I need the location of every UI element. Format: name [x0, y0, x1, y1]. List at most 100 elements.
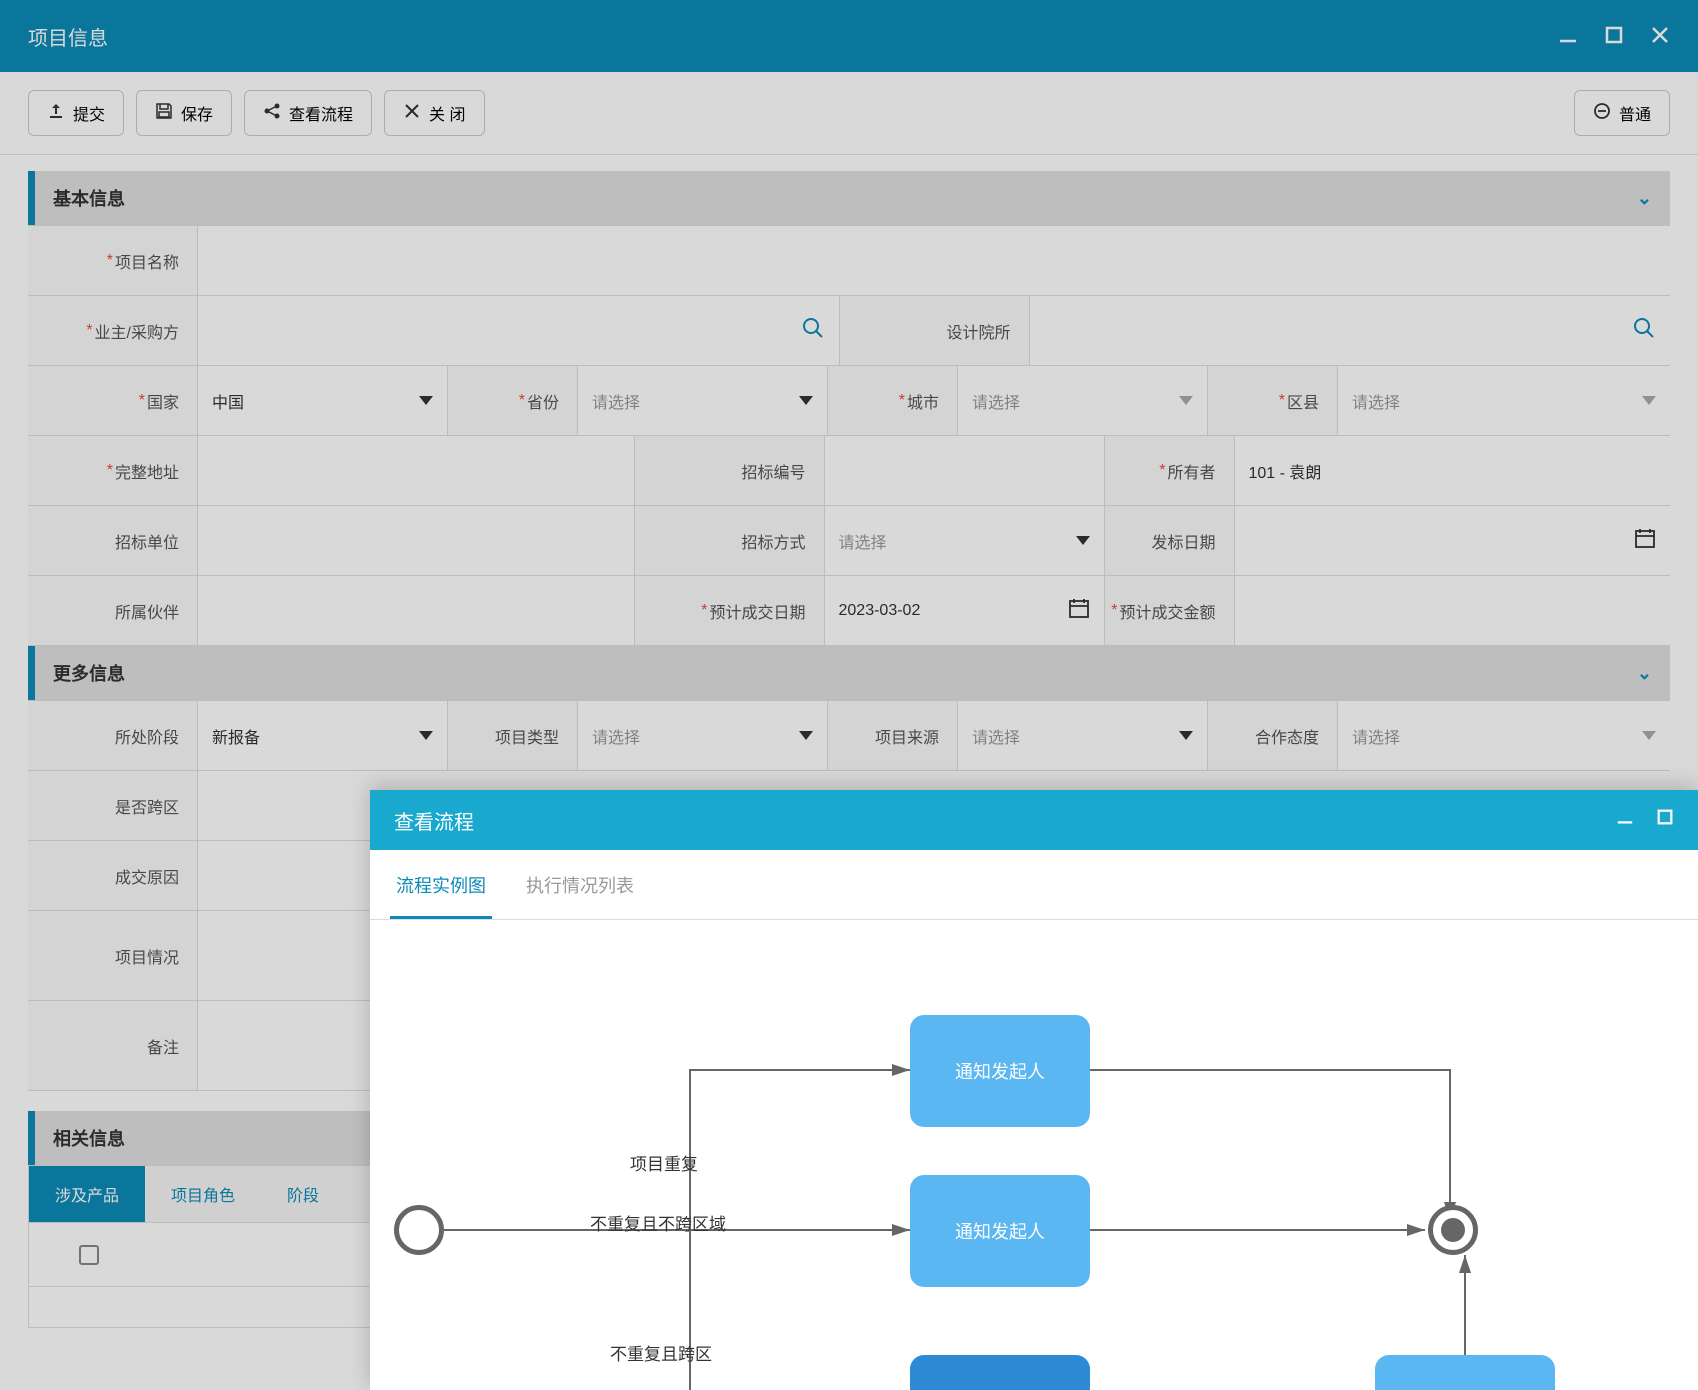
section-related-title: 相关信息: [53, 1125, 125, 1151]
placeholder-district: 请选择: [1352, 389, 1400, 413]
close-button[interactable]: 关 闭: [384, 90, 484, 136]
label-bid-unit: 招标单位: [28, 506, 198, 575]
minus-circle-icon: [1593, 102, 1611, 125]
close-label: 关 闭: [429, 101, 465, 125]
field-bid-method[interactable]: 请选择: [825, 506, 1105, 575]
edge-label-duplicate: 项目重复: [630, 1150, 698, 1175]
field-project-name[interactable]: [198, 226, 1670, 295]
view-flow-button[interactable]: 查看流程: [244, 90, 372, 136]
label-full-address: 完整地址: [28, 436, 198, 505]
window-titlebar: 项目信息: [0, 0, 1698, 72]
checkbox-all[interactable]: [29, 1245, 149, 1265]
maximize-icon[interactable]: [1656, 808, 1674, 832]
status-button[interactable]: 普通: [1574, 90, 1670, 136]
edge-label-no-dup-no-cross: 不重复且不跨区域: [590, 1210, 726, 1235]
end-node: [1428, 1205, 1478, 1255]
section-basic-info[interactable]: 基本信息 ⌄: [28, 171, 1670, 225]
tab-flow-diagram[interactable]: 流程实例图: [390, 850, 492, 919]
label-cross-region: 是否跨区: [28, 771, 198, 840]
caret-down-icon: [1642, 731, 1656, 740]
node-notify-2[interactable]: 通知发起人: [910, 1175, 1090, 1287]
field-bid-no[interactable]: [825, 436, 1105, 505]
node-notify-3[interactable]: 通知发起人: [1375, 1355, 1555, 1390]
tab-stage[interactable]: 阶段: [261, 1166, 345, 1222]
save-icon: [155, 102, 173, 125]
placeholder-proj-type: 请选择: [592, 724, 640, 748]
placeholder-coop: 请选择: [1352, 724, 1400, 748]
view-flow-label: 查看流程: [289, 101, 353, 125]
share-icon: [263, 102, 281, 125]
caret-down-icon: [799, 731, 813, 740]
label-country: 国家: [28, 366, 198, 435]
value-country: 中国: [212, 389, 244, 413]
view-flow-modal: 查看流程 流程实例图 执行情况列表: [370, 790, 1698, 1390]
x-icon: [403, 102, 421, 125]
modal-titlebar: 查看流程: [370, 790, 1698, 850]
value-expected-date: 2023-03-02: [839, 602, 921, 620]
minimize-icon[interactable]: [1558, 25, 1578, 48]
label-design-inst: 设计院所: [840, 296, 1030, 365]
save-label: 保存: [181, 101, 213, 125]
field-issue-date[interactable]: [1235, 506, 1671, 575]
field-coop-attitude[interactable]: 请选择: [1338, 701, 1670, 770]
caret-down-icon: [1179, 731, 1193, 740]
chevron-down-icon: ⌄: [1637, 663, 1652, 684]
tab-products[interactable]: 涉及产品: [29, 1166, 145, 1222]
toolbar: 提交 保存 查看流程 关 闭 普通: [0, 72, 1698, 155]
field-bid-unit[interactable]: [198, 506, 635, 575]
submit-label: 提交: [73, 101, 105, 125]
label-owner: 所有者: [1105, 436, 1235, 505]
upload-icon: [47, 102, 65, 125]
close-icon[interactable]: [1650, 25, 1670, 48]
label-phase: 所处阶段: [28, 701, 198, 770]
flow-diagram: 通知发起人 通知发起人 项目管理员 通知发起人 项目重复 不重复且不跨区域 不重…: [370, 920, 1698, 1390]
field-country[interactable]: 中国: [198, 366, 448, 435]
caret-down-icon: [1179, 396, 1193, 405]
placeholder-proj-source: 请选择: [972, 724, 1020, 748]
placeholder-city: 请选择: [972, 389, 1020, 413]
field-proj-type[interactable]: 请选择: [578, 701, 828, 770]
field-expected-amount[interactable]: [1235, 576, 1671, 645]
field-owner-purchaser[interactable]: [198, 296, 840, 365]
tab-roles[interactable]: 项目角色: [145, 1166, 261, 1222]
caret-down-icon: [1076, 536, 1090, 545]
tab-exec-list[interactable]: 执行情况列表: [520, 850, 640, 919]
field-district[interactable]: 请选择: [1338, 366, 1670, 435]
save-button[interactable]: 保存: [136, 90, 232, 136]
minimize-icon[interactable]: [1616, 808, 1634, 832]
window-controls: [1558, 25, 1670, 48]
section-more-info[interactable]: 更多信息 ⌄: [28, 646, 1670, 700]
section-basic-title: 基本信息: [53, 185, 125, 211]
node-admin[interactable]: 项目管理员: [910, 1355, 1090, 1390]
maximize-icon[interactable]: [1604, 25, 1624, 48]
modal-tabs: 流程实例图 执行情况列表: [370, 850, 1698, 920]
submit-button[interactable]: 提交: [28, 90, 124, 136]
field-partner[interactable]: [198, 576, 635, 645]
field-owner[interactable]: 101 - 袁朗: [1235, 436, 1671, 505]
label-partner: 所属伙伴: [28, 576, 198, 645]
label-remark: 备注: [28, 1001, 198, 1090]
node-notify-1[interactable]: 通知发起人: [910, 1015, 1090, 1127]
caret-down-icon: [419, 396, 433, 405]
edge-label-no-dup-cross: 不重复且跨区: [610, 1340, 712, 1365]
search-icon[interactable]: [801, 316, 825, 345]
label-expected-date: 预计成交日期: [635, 576, 825, 645]
search-icon[interactable]: [1632, 316, 1656, 345]
status-label: 普通: [1619, 101, 1651, 125]
label-province: 省份: [448, 366, 578, 435]
field-proj-source[interactable]: 请选择: [958, 701, 1208, 770]
caret-down-icon: [419, 731, 433, 740]
field-province[interactable]: 请选择: [578, 366, 828, 435]
modal-title: 查看流程: [394, 806, 474, 835]
field-city[interactable]: 请选择: [958, 366, 1208, 435]
diagram-edges: [370, 920, 1698, 1390]
label-deal-reason: 成交原因: [28, 841, 198, 910]
calendar-icon: [1634, 527, 1656, 554]
field-full-address[interactable]: [198, 436, 635, 505]
window-title: 项目信息: [28, 22, 108, 51]
label-bid-method: 招标方式: [635, 506, 825, 575]
value-owner: 101 - 袁朗: [1249, 459, 1322, 483]
field-phase[interactable]: 新报备: [198, 701, 448, 770]
field-design-inst[interactable]: [1030, 296, 1671, 365]
field-expected-date[interactable]: 2023-03-02: [825, 576, 1105, 645]
